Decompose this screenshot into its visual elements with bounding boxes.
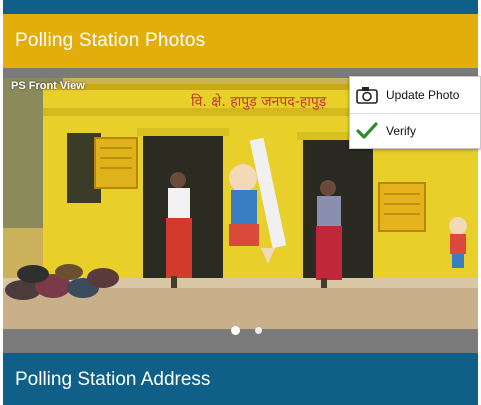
address-section-header[interactable]: Polling Station Address (3, 353, 478, 405)
header-bar: Polling Station Photos (3, 14, 478, 68)
address-title: Polling Station Address (15, 369, 211, 390)
update-photo-button[interactable]: Update Photo (350, 77, 480, 113)
photo-pager (3, 329, 478, 353)
photo-action-menu: Update Photo Verify (349, 76, 481, 149)
verify-button[interactable]: Verify (350, 113, 480, 148)
wall-text: वि. क्षे. हापुड़ जनपद-हापुड़ (191, 93, 327, 110)
photo-caption: PS Front View (11, 80, 85, 92)
pager-dot-active[interactable] (231, 326, 240, 335)
top-strip (3, 0, 478, 14)
check-icon (356, 121, 378, 141)
update-photo-label: Update Photo (386, 88, 460, 102)
app-frame: Polling Station Photos वि. क्षे. हापुड़ … (3, 0, 481, 405)
camera-icon (356, 85, 378, 105)
pager-dot[interactable] (255, 327, 262, 334)
verify-label: Verify (386, 124, 417, 138)
page-title: Polling Station Photos (15, 30, 206, 51)
